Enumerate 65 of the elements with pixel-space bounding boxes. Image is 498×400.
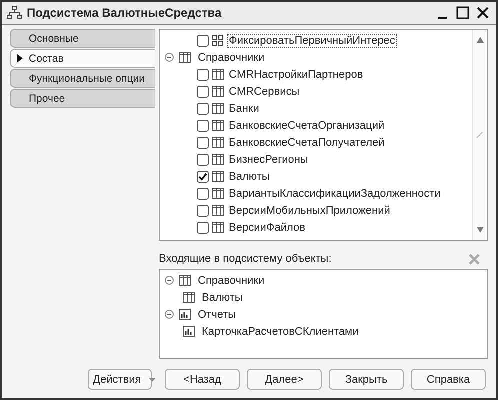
table-icon [212,221,224,234]
table-icon [212,204,224,217]
tree-item[interactable]: Справочники [196,274,267,288]
scroll-grip-icon[interactable] [476,131,484,139]
button[interactable]: <Назад [165,369,240,390]
checkbox[interactable] [197,102,209,114]
tree-item[interactable]: ВерсииМобильныхПриложений [227,204,392,218]
tree-item[interactable]: Отчеты [196,308,238,322]
tab[interactable]: Основные [10,29,155,48]
scroll-down-icon[interactable] [476,226,484,234]
table-icon [212,187,224,200]
checkbox[interactable] [197,34,209,46]
tree-item[interactable]: CMRНастройкиПартнеров [227,68,366,82]
button[interactable]: Далее> [247,369,322,390]
table-icon [179,51,191,64]
scrollbar[interactable] [472,30,487,240]
checkbox[interactable] [197,204,209,216]
checkbox[interactable] [197,136,209,148]
checkbox[interactable] [197,154,209,166]
checkbox[interactable] [197,120,209,132]
tree-item[interactable]: БанковскиеСчетаПолучателей [227,136,387,150]
table-icon [212,68,224,81]
table-icon [183,291,195,304]
tree-item[interactable]: Валюты [227,170,272,184]
checkbox[interactable] [197,222,209,234]
window-title: Подсистема ВалютныеСредства [27,6,223,20]
table-icon [212,102,224,115]
hierarchy-icon [7,6,23,20]
section-label: Входящие в подсистему объекты: [159,253,332,265]
tree-item[interactable]: КарточкаРасчетовСКлиентами [200,324,361,338]
tree-item[interactable]: БанковскиеСчетаОрганизаций [227,118,387,132]
collapse-icon[interactable] [165,310,174,319]
close-icon[interactable] [476,6,490,20]
table-icon [212,85,224,98]
tree-item[interactable]: Справочники [196,50,267,64]
tree-item[interactable]: CMRСервисы [227,84,302,98]
checkbox[interactable] [197,86,209,98]
maximize-icon[interactable] [456,6,470,20]
table-icon [212,153,224,166]
button[interactable]: Справка [411,369,486,390]
checkbox[interactable] [197,68,209,80]
table-icon [212,119,224,132]
tree-item[interactable]: ФиксироватьПервичныйИнтерес [227,34,398,48]
collapse-icon[interactable] [165,53,174,62]
tree-item[interactable]: Валюты [200,290,245,304]
table-icon [212,136,224,149]
selected-arrow-icon [17,54,23,63]
checkbox[interactable] [197,188,209,200]
button[interactable]: Закрыть [329,369,404,390]
grid-icon [212,34,224,47]
bar-chart-icon [179,308,191,321]
tab[interactable]: Функциональные опции [10,69,155,88]
bar-chart-icon [183,325,195,338]
tab[interactable]: Состав [10,49,155,68]
collapse-icon[interactable] [165,276,174,285]
tree-item[interactable]: ВерсииФайлов [227,220,308,234]
tree-item[interactable]: Банки [227,102,262,116]
tab[interactable]: Прочее [10,89,155,108]
table-icon [212,170,224,183]
scroll-up-icon[interactable] [476,36,484,44]
table-icon [179,274,191,287]
tree-item[interactable]: ВариантыКлассификацииЗадолженности [227,186,443,200]
checkbox[interactable] [197,170,209,182]
caret-icon[interactable] [149,378,156,382]
tree-item[interactable]: БизнесРегионы [227,152,310,166]
